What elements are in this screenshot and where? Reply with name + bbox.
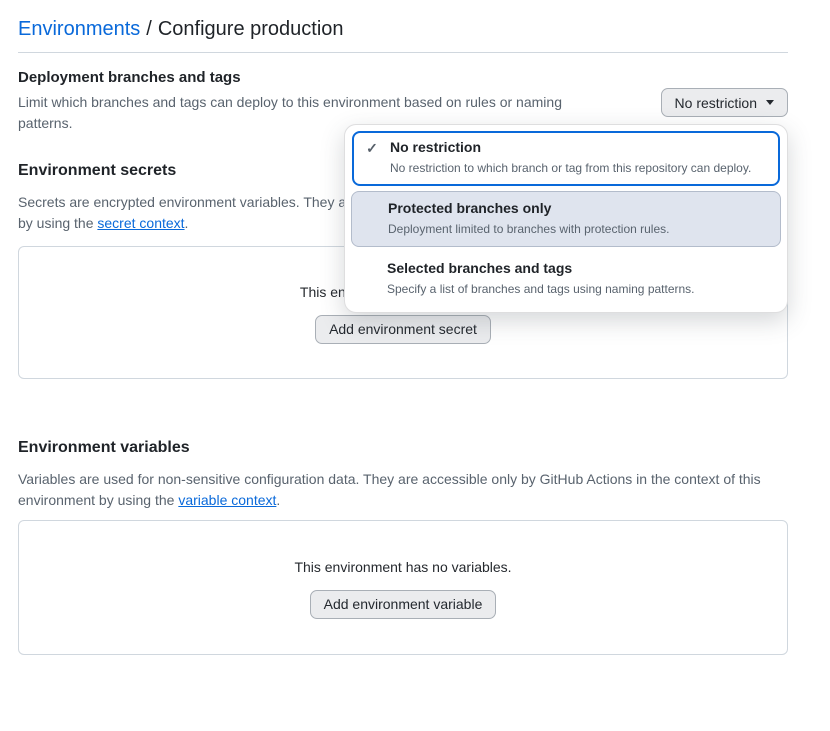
menu-item-no-restriction[interactable]: ✓ No restriction No restriction to which… (352, 131, 780, 186)
variables-description-text: Variables are used for non-sensitive con… (18, 471, 761, 508)
menu-item-title: Selected branches and tags (387, 259, 771, 278)
menu-item-title: No restriction (390, 138, 768, 157)
menu-item-body: Selected branches and tags Specify a lis… (387, 252, 781, 306)
menu-item-description: No restriction to which branch or tag fr… (390, 160, 768, 176)
menu-item-body: Protected branches only Deployment limit… (388, 192, 780, 246)
variables-empty-box: This environment has no variables. Add e… (18, 520, 788, 655)
variable-context-link[interactable]: variable context (178, 492, 276, 508)
deployment-branches-title: Deployment branches and tags (18, 67, 788, 88)
check-icon: ✓ (354, 133, 390, 184)
check-column-empty (351, 252, 387, 306)
add-environment-secret-button[interactable]: Add environment secret (315, 315, 491, 344)
menu-item-description: Specify a list of branches and tags usin… (387, 281, 771, 297)
triangle-down-icon (766, 100, 774, 105)
restriction-dropdown-menu: ✓ No restriction No restriction to which… (344, 124, 788, 313)
variables-empty-message: This environment has no variables. (294, 557, 511, 577)
page-title: Environments/Configure production (18, 16, 788, 42)
check-column-empty (352, 192, 388, 246)
breadcrumb-separator: / (140, 18, 158, 40)
deployment-restriction-dropdown-button[interactable]: No restriction (661, 88, 788, 117)
menu-item-body: No restriction No restriction to which b… (390, 133, 778, 184)
menu-item-protected-branches-only[interactable]: Protected branches only Deployment limit… (351, 191, 781, 247)
secret-context-link[interactable]: secret context (97, 215, 184, 231)
secrets-description-period: . (185, 215, 189, 231)
menu-item-description: Deployment limited to branches with prot… (388, 221, 770, 237)
breadcrumb-environments-link[interactable]: Environments (18, 18, 140, 40)
environment-variables-description: Variables are used for non-sensitive con… (18, 469, 788, 511)
dropdown-button-label: No restriction (675, 95, 757, 111)
menu-item-selected-branches-and-tags[interactable]: Selected branches and tags Specify a lis… (351, 252, 781, 306)
menu-item-title: Protected branches only (388, 199, 770, 218)
variables-description-period: . (276, 492, 280, 508)
header-divider (18, 52, 788, 53)
environment-variables-title: Environment variables (18, 437, 788, 459)
add-environment-variable-button[interactable]: Add environment variable (310, 590, 497, 619)
breadcrumb-current: Configure production (158, 18, 344, 40)
